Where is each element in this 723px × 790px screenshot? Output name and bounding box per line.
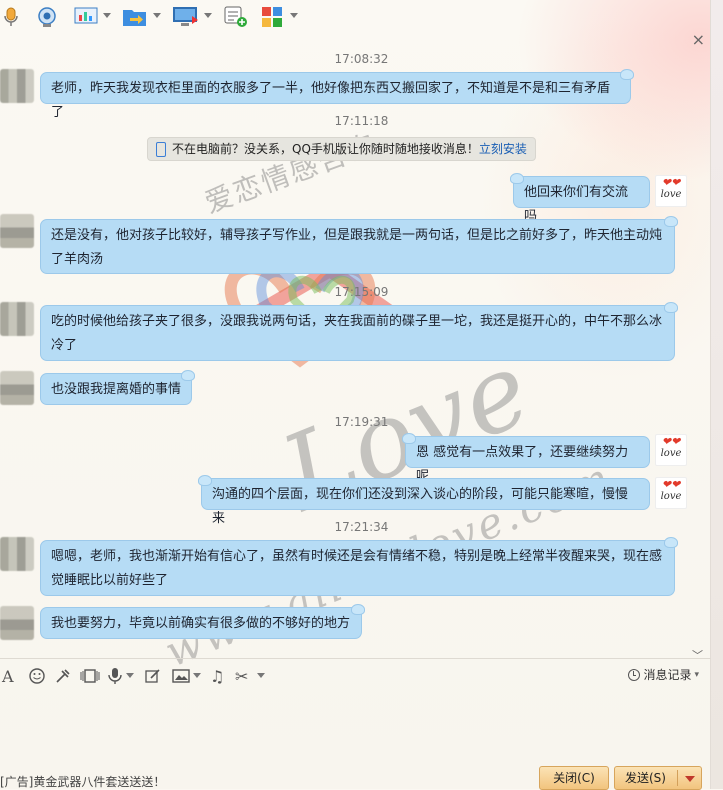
chat-bubble-left[interactable]: 我也要努力，毕竟以前确实有很多做的不够好的地方 <box>40 604 365 639</box>
scissors-icon[interactable]: ✂ <box>235 666 248 686</box>
collapse-arrow-icon[interactable]: ﹀ <box>692 647 703 663</box>
message-text: 吃的时候他给孩子夹了很多，没跟我说两句话，夹在我面前的碟子里一坨，我还是挺开心的… <box>51 314 663 353</box>
install-now-link[interactable]: 立刻安装 <box>479 142 527 156</box>
top-toolbar <box>0 0 723 36</box>
chat-bubble-right[interactable]: 恩 感觉有一点效果了，还要继续努力呢 <box>402 433 650 484</box>
avatar[interactable] <box>0 606 34 640</box>
avatar[interactable] <box>0 371 34 405</box>
chevron-down-icon[interactable] <box>290 13 298 18</box>
heart-icon: ❤❤ <box>661 478 681 491</box>
message-timestamp: 17:11:18 <box>334 114 389 128</box>
close-icon[interactable]: × <box>692 32 705 48</box>
message-timestamp: 17:19:31 <box>334 415 389 429</box>
chevron-down-icon[interactable] <box>126 673 134 678</box>
shake-window-icon[interactable] <box>55 666 71 686</box>
emoji-icon[interactable] <box>29 666 45 686</box>
music-icon[interactable]: ♫ <box>210 666 224 686</box>
avatar-label: love <box>660 491 682 502</box>
avatar[interactable] <box>0 537 34 571</box>
bubble-ear-decoration <box>198 475 212 486</box>
chat-bubble-left[interactable]: 老师，昨天我发现衣柜里面的衣服多了一半，他好像把东西又搬回家了，不知道是不是和三… <box>40 69 634 120</box>
bubble-ear-decoration <box>402 433 416 444</box>
phone-icon <box>156 142 166 157</box>
message-text: 嗯嗯，老师，我也渐渐开始有信心了，虽然有时候还是会有情绪不稳，特别是晚上经常半夜… <box>51 549 663 588</box>
remote-desktop-icon[interactable] <box>172 6 200 28</box>
chat-bubble-right[interactable]: 他回来你们有交流吗 <box>510 173 650 224</box>
message-timestamp: 17:21:34 <box>334 520 389 534</box>
edit-icon[interactable] <box>145 666 161 686</box>
image-icon[interactable] <box>172 666 190 686</box>
screen-share-icon[interactable] <box>74 6 98 28</box>
avatar[interactable] <box>0 302 34 336</box>
message-history-button[interactable]: 消息记录 ▾ <box>628 666 699 683</box>
notice-text: 不在电脑前？没关系，QQ手机版让你随时随地接收消息！ <box>172 142 479 156</box>
font-icon[interactable]: A <box>2 666 14 686</box>
input-divider <box>0 658 711 659</box>
history-label: 消息记录 <box>643 668 692 682</box>
send-options-arrow-icon[interactable] <box>685 776 695 782</box>
avatar[interactable]: ❤❤ love <box>655 434 687 466</box>
avatar-label: love <box>660 448 682 459</box>
message-timestamp: 17:08:32 <box>334 52 389 66</box>
bubble-ear-decoration <box>620 69 634 80</box>
file-transfer-icon[interactable] <box>122 6 148 28</box>
avatar-label: love <box>660 189 682 200</box>
send-label: 发送(S) <box>625 771 666 785</box>
chevron-down-icon[interactable] <box>257 673 265 678</box>
bubble-ear-decoration <box>510 173 524 184</box>
avatar[interactable]: ❤❤ love <box>655 477 687 509</box>
chevron-down-icon: ▾ <box>694 669 699 680</box>
message-text: 我也要努力，毕竟以前确实有很多做的不够好的地方 <box>51 616 351 631</box>
bubble-ear-decoration <box>664 216 678 227</box>
chat-bubble-left[interactable]: 还是没有，他对孩子比较好，辅导孩子写作业，但是跟我就是一两句话，但是比之前好多了… <box>40 216 678 274</box>
chevron-down-icon[interactable] <box>103 13 111 18</box>
apps-icon[interactable] <box>261 6 283 28</box>
bubble-ear-decoration <box>664 302 678 313</box>
chat-bubble-left[interactable]: 也没跟我提离婚的事情 <box>40 370 195 405</box>
chat-bubble-left[interactable]: 吃的时候他给孩子夹了很多，没跟我说两句话，夹在我面前的碟子里一坨，我还是挺开心的… <box>40 302 678 361</box>
video-camera-icon[interactable] <box>36 6 58 28</box>
video-clip-icon[interactable] <box>80 666 100 686</box>
bubble-ear-decoration <box>351 604 365 615</box>
heart-icon: ❤❤ <box>661 435 681 448</box>
avatar[interactable]: ❤❤ love <box>655 175 687 207</box>
clock-icon <box>628 668 641 681</box>
bubble-ear-decoration <box>181 370 195 381</box>
create-group-icon[interactable] <box>224 6 248 28</box>
message-text: 也没跟我提离婚的事情 <box>51 382 182 397</box>
heart-icon: ❤❤ <box>661 176 681 189</box>
chat-bubble-left[interactable]: 嗯嗯，老师，我也渐渐开始有信心了，虽然有时候还是会有情绪不稳，特别是晚上经常半夜… <box>40 537 678 596</box>
message-timestamp: 17:15:09 <box>334 285 389 299</box>
bubble-ear-decoration <box>664 537 678 548</box>
button-separator <box>677 770 678 786</box>
send-button[interactable]: 发送(S) <box>614 766 702 790</box>
message-text: 还是没有，他对孩子比较好，辅导孩子写作业，但是跟我就是一两句话，但是比之前好多了… <box>51 228 663 267</box>
chevron-down-icon[interactable] <box>204 13 212 18</box>
voice-message-icon[interactable] <box>108 666 122 686</box>
chat-bubble-right[interactable]: 沟通的四个层面，现在你们还没到深入谈心的阶段，可能只能寒暄，慢慢来 <box>198 475 650 526</box>
chevron-down-icon[interactable] <box>153 13 161 18</box>
mobile-qq-notice: 不在电脑前？没关系，QQ手机版让你随时随地接收消息！立刻安装 <box>147 137 536 161</box>
avatar[interactable] <box>0 69 34 103</box>
ad-text[interactable]: [广告]黄金武器八件套送送送！ <box>0 773 165 790</box>
avatar[interactable] <box>0 214 34 248</box>
close-button[interactable]: 关闭(C) <box>539 766 609 790</box>
microphone-icon[interactable] <box>2 6 20 28</box>
chevron-down-icon[interactable] <box>193 673 201 678</box>
